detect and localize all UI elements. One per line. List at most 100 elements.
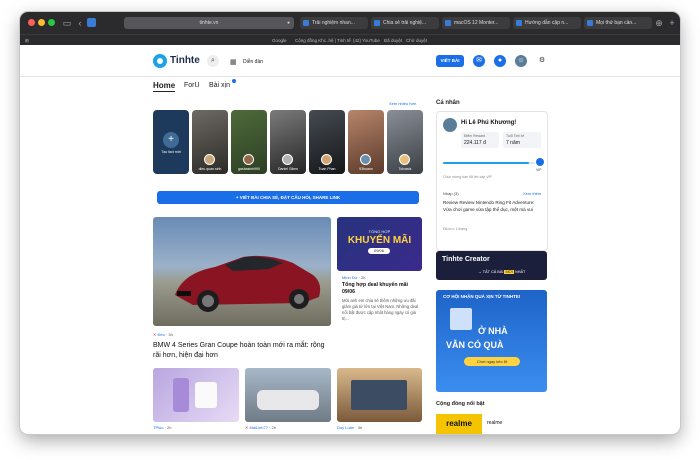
favicon-icon [374,20,380,26]
story-item[interactable]: Daniel Gilmn [270,110,306,174]
bookmarks-bar: ⊞ Google Cộng đồng Khc..hệ | Tinh tế (42… [20,34,680,45]
side-author[interactable]: Minh Dự [342,275,357,280]
bookmark-tinhte[interactable]: Cộng đồng Khc..hệ | Tinh tế [295,36,351,45]
drafts-see-more-link[interactable]: Xem thêm [523,191,541,196]
featured-title[interactable]: BMW 4 Series Gran Coupe hoàn toàn mới ra… [153,341,333,360]
tab-label: Trải nghiệm nhan... [312,20,355,26]
featured-author[interactable]: Đều [157,332,164,337]
card-time: 2h [271,425,276,430]
points-box: Điểm Reward 224.117 đ [461,132,499,148]
level-progress-fill [443,162,530,164]
story-create[interactable]: + Tạo fact mới [153,110,189,174]
tab-bai-xin[interactable]: Bài xịn [209,82,230,89]
community-name[interactable]: realme [487,420,502,426]
site-logo[interactable]: Tinhte [170,55,200,66]
bookmarks-icon[interactable]: ⊞ [25,36,29,45]
close-window-button[interactable] [28,19,35,26]
logo-icon[interactable] [153,54,167,68]
personal-section-title: Cá nhân [436,100,460,106]
car-illustration [175,255,321,312]
tab-4[interactable]: Hướng dẫn cập n... [513,17,581,29]
shield-icon[interactable] [87,18,96,27]
story-item[interactable]: gasbasinh990 [231,110,267,174]
author-badge-icon: ✕ [153,332,157,337]
card-time: 2h [167,425,172,430]
age-value: 7 năm [506,140,520,146]
search-icon[interactable]: ⌕ [207,55,219,67]
avatar [282,154,293,165]
story-item[interactable]: dieu.quan.sinh [192,110,228,174]
new-badge: MỚI [504,270,514,274]
card-author[interactable]: Duy Luân [337,425,354,430]
card-author[interactable]: MaiLinh77 [249,425,267,430]
bookmark-youtube[interactable]: (42) YouTube [353,36,380,45]
bookmark-google[interactable]: Google [272,36,287,45]
story-item[interactable]: Tuan Phan [309,110,345,174]
promo-line-1: Ở NHÀ [478,326,508,336]
progress-caption: Chúc mừng bạn đã lên cấp VIP [443,175,492,179]
notifications-icon[interactable]: ● [494,55,506,67]
avatar[interactable] [443,118,457,132]
back-icon[interactable]: ‹ [75,18,85,28]
address-bar[interactable]: tinhte.vn ● [124,17,294,29]
creator-banner[interactable]: Tinhte Creator → TẤT CẢ BÀI MỚI NHẤT [436,251,547,280]
new-tab-icon[interactable]: + [667,18,677,28]
creator-link-tail: NHẤT [515,270,526,274]
gift-promo-banner[interactable]: CƠ HỘI NHẬN QUÀ XỊN TỪ TINHTE! Ở NHÀ VẪN… [436,290,547,392]
promo-image[interactable]: TỔNG HỢP KHUYẾN MÃI 09/06 [337,217,422,271]
gear-icon[interactable]: ⚙ [536,55,548,67]
browser-titlebar: ▭ ‹ tinhte.vn ● Trải nghiệm nhan... Chia… [20,12,680,34]
story-author: Daniel Gilmn [277,167,299,171]
bookmark-approved[interactable]: Đã duyệt [384,36,402,45]
sidebar-toggle-icon[interactable]: ▭ [62,18,72,28]
tab-label: Hướng dẫn cập n... [525,20,569,26]
article-image[interactable] [153,368,239,422]
drafts-label: Nháp (3) [443,191,459,196]
tab-2[interactable]: Chia sẻ trải nghiệ... [371,17,439,29]
tab-foru[interactable]: ForU [184,82,200,89]
story-author: dieu.quan.sinh [198,167,222,171]
promo-title: CƠ HỘI NHẬN QUÀ XỊN TỪ TINHTE! [443,294,521,299]
avatar [243,154,254,165]
draft-meta: Đã lưu: 1 tháng [443,227,468,231]
stories-see-more-link[interactable]: Xem nhiều hơn [389,101,416,106]
realme-logo[interactable]: realme [436,414,482,434]
compose-post-button[interactable]: + VIẾT BÀI CHIA SẺ, ĐẶT CÂU HỎI, SHARE L… [157,191,419,204]
side-time: 2h [360,275,366,280]
messages-icon[interactable]: ✉ [473,55,485,67]
tab-label: Chia sẻ trải nghiệ... [383,20,427,26]
zoom-window-button[interactable] [48,19,55,26]
avatar [360,154,371,165]
story-author: gasbasinh990 [238,167,260,171]
story-author: 93huann [359,167,373,171]
story-item[interactable]: Tolvastz [387,110,423,174]
promo-main-text: KHUYẾN MÃI [347,235,412,246]
article-image[interactable] [337,368,422,422]
tab-home[interactable]: Home [153,81,176,92]
forum-link[interactable]: Diễn đàn [243,59,263,65]
downloads-icon[interactable]: ⊕ [654,18,664,28]
favicon-icon [587,20,593,26]
side-title[interactable]: Tổng hợp deal khuyến mãi 09/06 [342,282,422,296]
age-label: Tuổi Tinh tế [506,134,525,138]
points-value: 224.117 đ [464,140,486,146]
tab-3[interactable]: macOS 12 Monter... [442,17,510,29]
featured-image[interactable] [153,217,331,326]
tab-1[interactable]: Trải nghiệm nhan... [300,17,368,29]
card-author[interactable]: TPluo [153,425,163,430]
avatar[interactable]: ☺ [515,55,527,67]
favicon-icon [303,20,309,26]
play-now-button[interactable]: Chơi ngay kẻo lỡ [464,357,520,366]
forum-grid-icon[interactable]: ▦ [230,58,237,66]
avatar [321,154,332,165]
creator-link[interactable]: → TẤT CẢ BÀI MỚI NHẤT [478,270,525,274]
minimize-window-button[interactable] [38,19,45,26]
bookmark-pending[interactable]: Chờ duyệt [406,36,427,45]
story-item[interactable]: 93huann [348,110,384,174]
tab-5[interactable]: Mọi thứ bạn cần... [584,17,652,29]
post-button[interactable]: VIẾT BÀI [436,55,464,67]
article-image[interactable] [245,368,331,422]
story-author: Tuan Phan [318,167,336,171]
promo-line-2: VẪN CÓ QUÀ [446,340,504,350]
reader-icon[interactable]: ● [287,17,290,29]
